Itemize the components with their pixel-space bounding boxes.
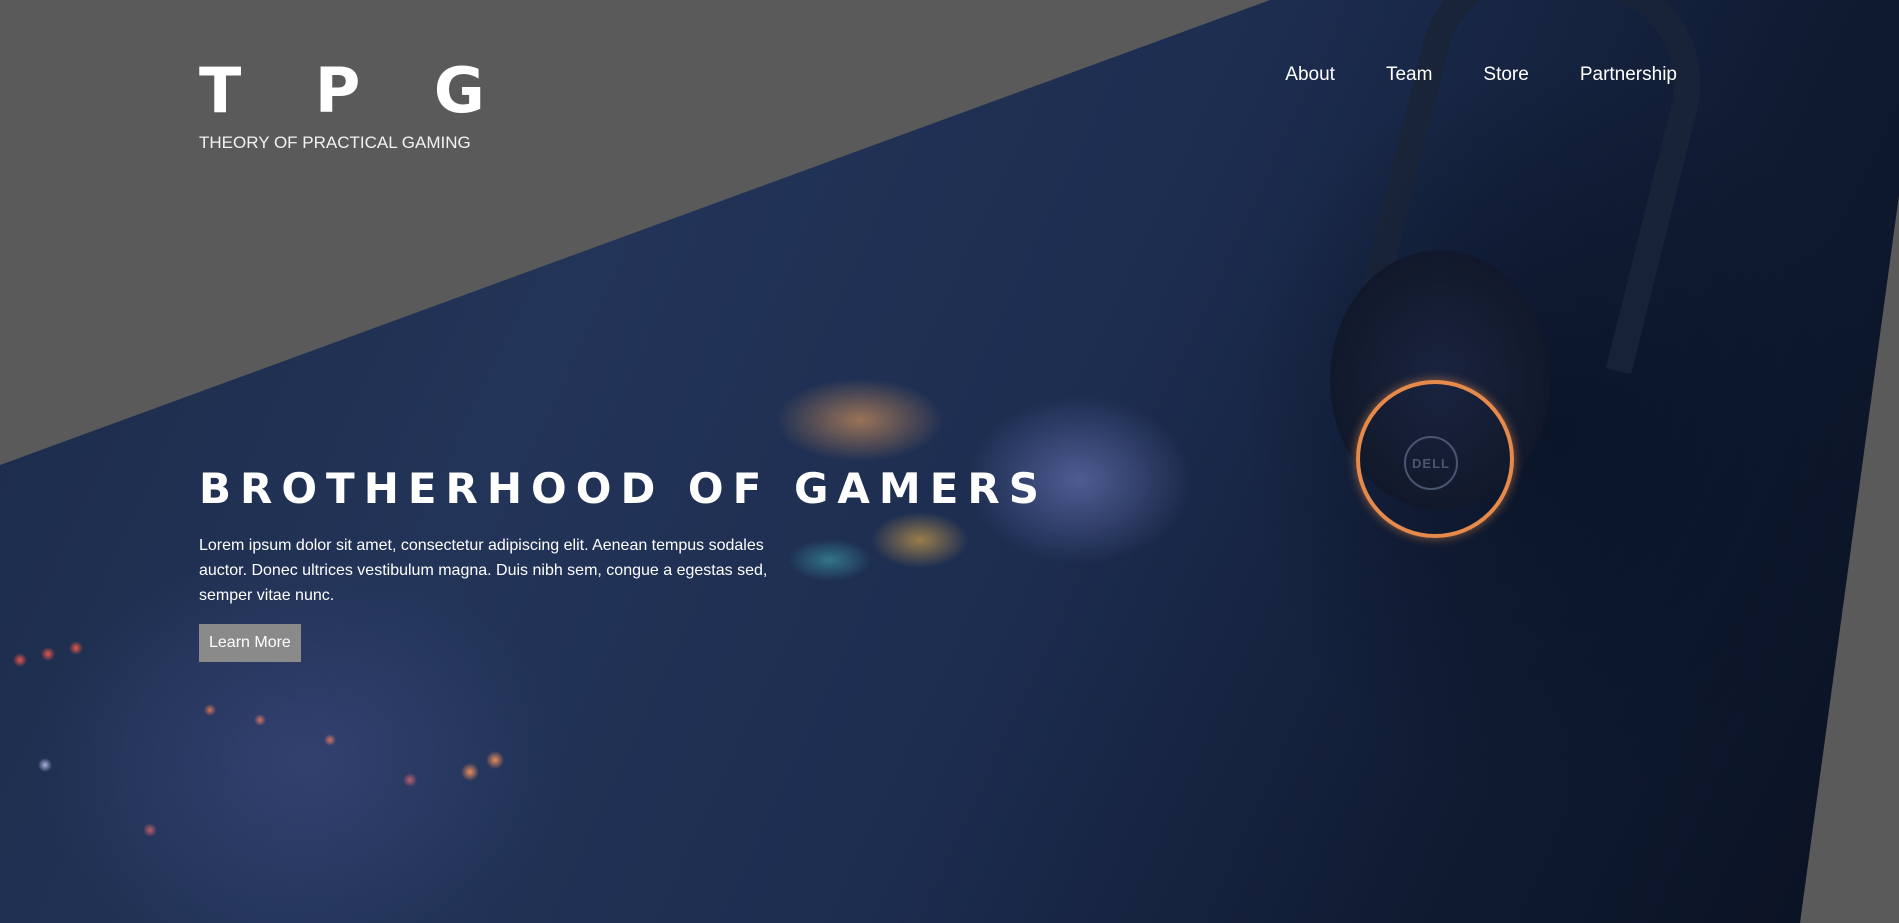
nav-partnership[interactable]: Partnership	[1580, 64, 1677, 86]
learn-more-button[interactable]: Learn More	[199, 624, 301, 662]
brand-logo[interactable]: T P G THEORY OF PRACTICAL GAMING	[199, 55, 511, 153]
headphone-logo: DELL	[1404, 436, 1458, 490]
nav-about[interactable]: About	[1285, 64, 1335, 86]
nav-team[interactable]: Team	[1386, 64, 1432, 86]
page: DELL T P G THEORY OF PRACTICAL GAMING Ab…	[0, 0, 1899, 923]
main-nav: About Team Store Partnership	[1285, 64, 1677, 86]
nav-store[interactable]: Store	[1483, 64, 1528, 86]
hero-text: Lorem ipsum dolor sit amet, consectetur …	[199, 537, 768, 604]
hero-section: BROTHERHOOD OF GAMERS Lorem ipsum dolor …	[199, 464, 1049, 662]
hero-heading: BROTHERHOOD OF GAMERS	[199, 464, 1049, 513]
brand-tagline: THEORY OF PRACTICAL GAMING	[199, 133, 471, 152]
brand-title: T P G	[199, 54, 511, 127]
